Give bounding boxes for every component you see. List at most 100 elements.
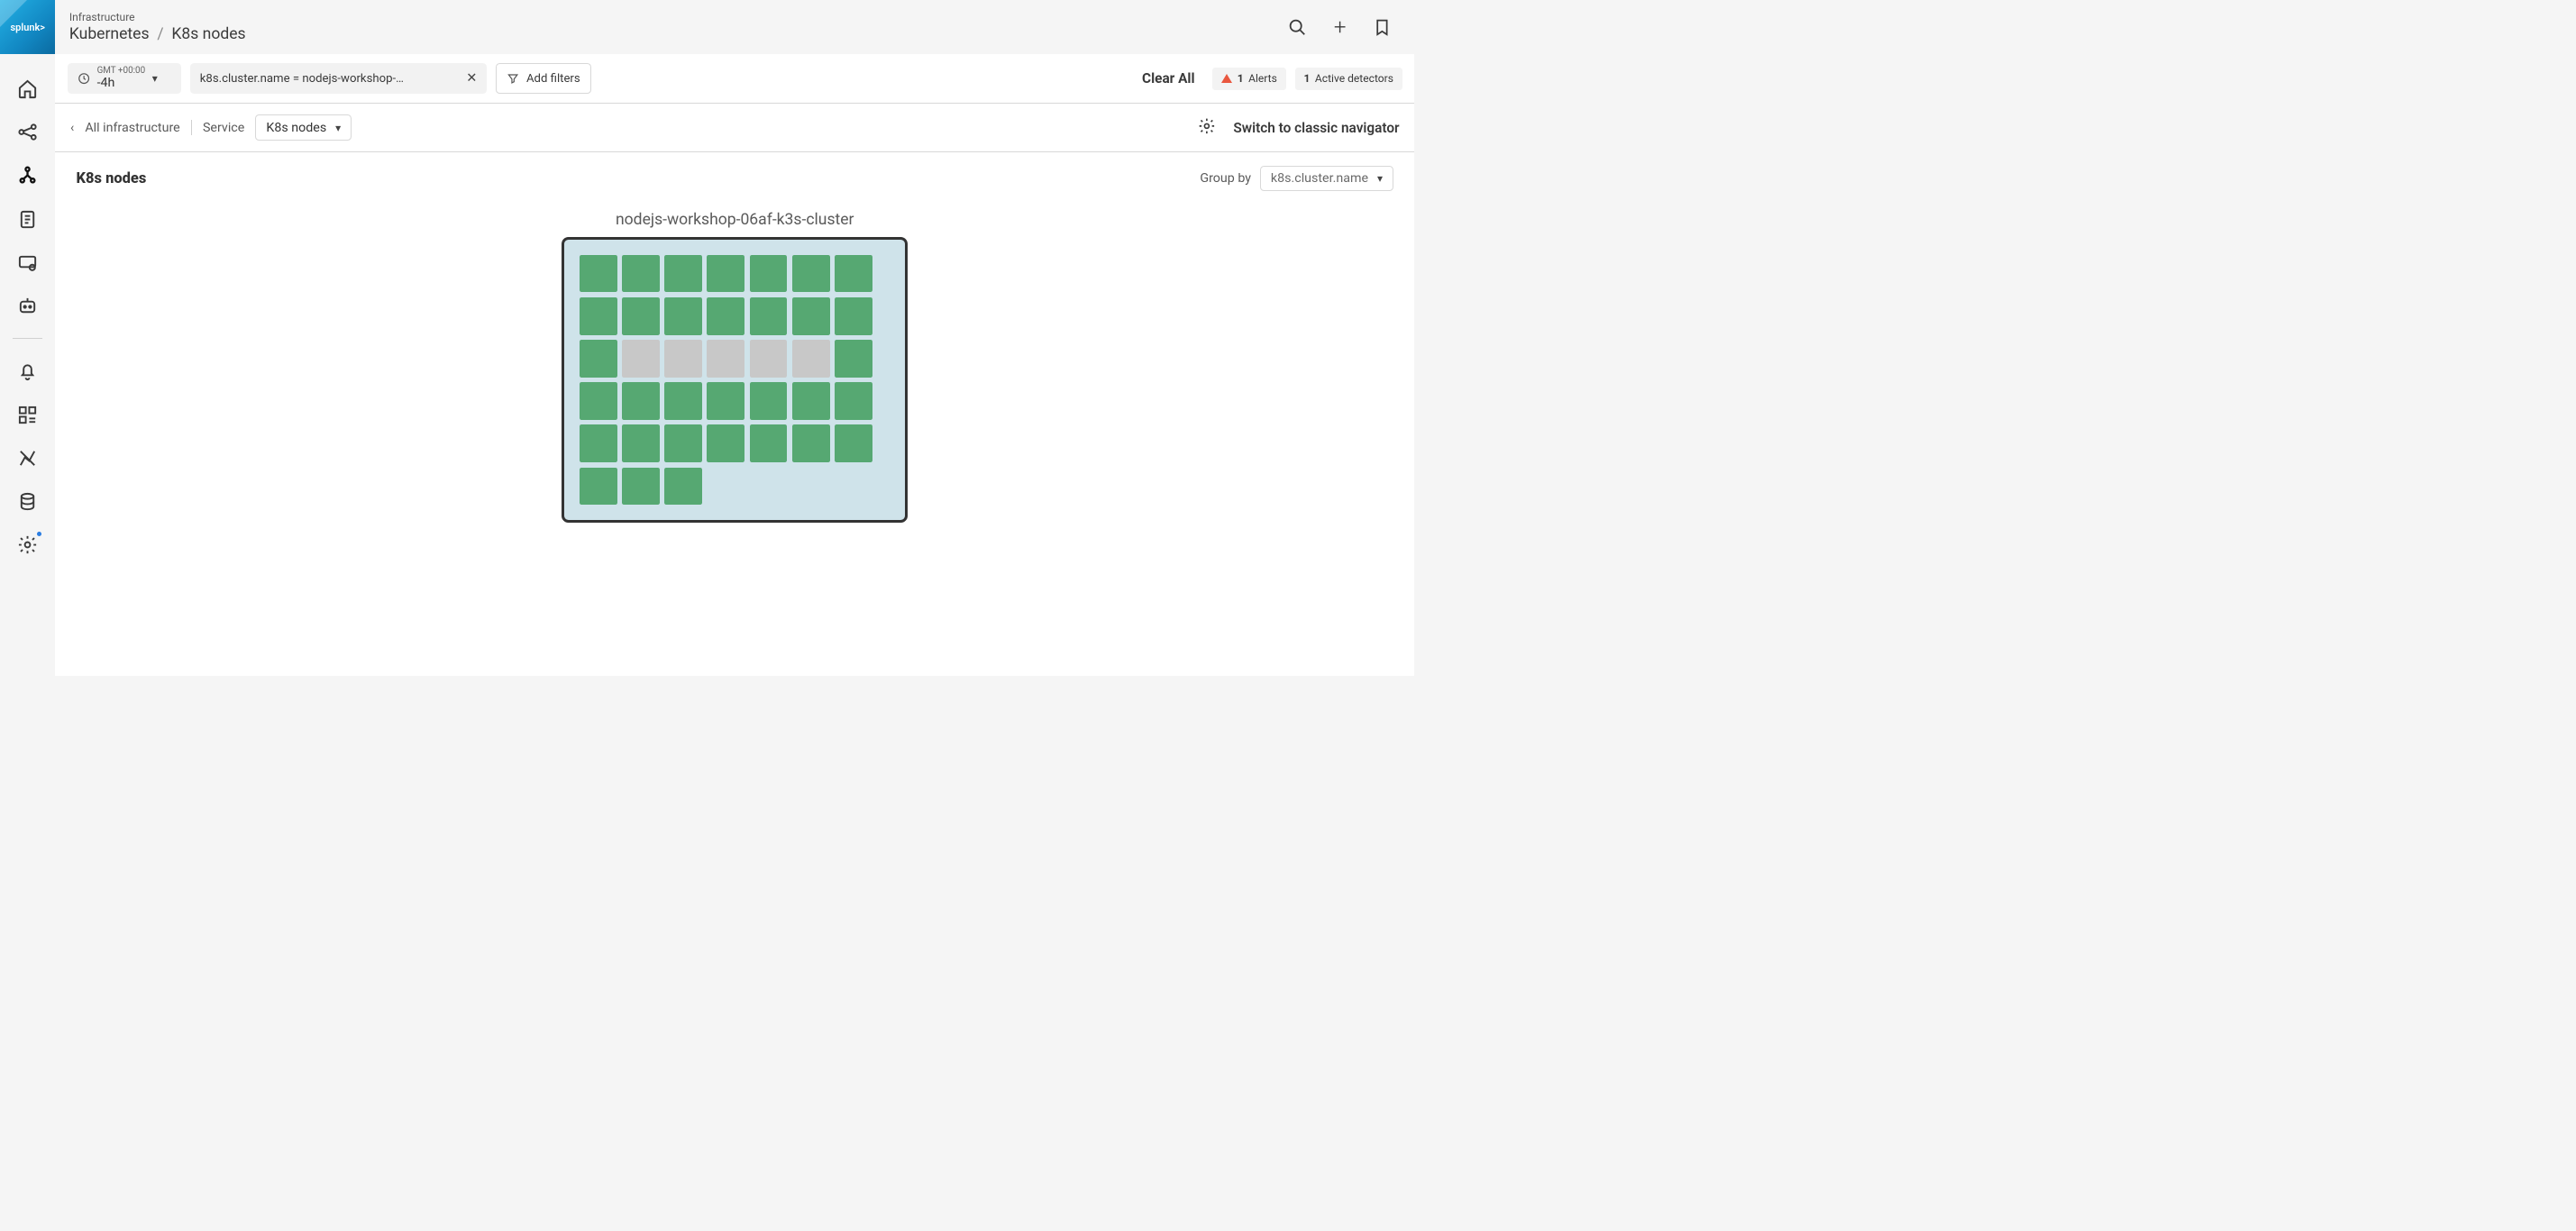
time-range-text: GMT +00:00 -4h (97, 67, 146, 91)
chevron-left-icon[interactable]: ‹ (70, 121, 74, 135)
dashboards-icon[interactable] (15, 402, 40, 426)
node-unknown[interactable] (707, 340, 744, 378)
node-healthy[interactable] (707, 297, 744, 335)
data-icon[interactable] (15, 489, 40, 514)
nav-separator (191, 120, 192, 136)
breadcrumb-kubernetes[interactable]: Kubernetes (69, 25, 150, 43)
content-header: K8s nodes Group by k8s.cluster.name ▾ (77, 166, 1393, 192)
add-icon[interactable]: + (1329, 16, 1351, 38)
synthetics-icon[interactable] (15, 294, 40, 318)
cluster-name-label: nodejs-workshop-06af-k3s-cluster (616, 211, 854, 229)
group-by-label: Group by (1200, 171, 1251, 186)
node-healthy[interactable] (664, 255, 702, 293)
node-healthy[interactable] (622, 424, 660, 462)
switch-classic-link[interactable]: Switch to classic navigator (1233, 120, 1399, 136)
alerts-label: Alerts (1248, 72, 1277, 85)
chevron-down-icon: ▾ (1377, 172, 1383, 185)
node-healthy[interactable] (792, 424, 830, 462)
node-healthy[interactable] (664, 424, 702, 462)
node-healthy[interactable] (664, 468, 702, 506)
node-healthy[interactable] (622, 255, 660, 293)
alert-triangle-icon (1221, 74, 1232, 83)
node-healthy[interactable] (792, 382, 830, 420)
node-healthy[interactable] (750, 255, 788, 293)
remove-filter-icon[interactable]: ✕ (466, 71, 477, 86)
header-actions: + (1286, 0, 1414, 54)
node-healthy[interactable] (792, 297, 830, 335)
node-healthy[interactable] (750, 297, 788, 335)
node-healthy[interactable] (622, 297, 660, 335)
search-icon[interactable] (1286, 16, 1308, 38)
cluster-visualization: nodejs-workshop-06af-k3s-cluster (77, 211, 1393, 522)
node-healthy[interactable] (835, 382, 872, 420)
filter-text: k8s.cluster.name = nodejs-workshop-… (200, 72, 404, 86)
bell-icon[interactable] (15, 359, 40, 383)
group-by-value: k8s.cluster.name (1271, 171, 1368, 186)
node-healthy[interactable] (835, 297, 872, 335)
page-title-area: Infrastructure Kubernetes / K8s nodes (55, 0, 1286, 54)
gear-icon[interactable] (1198, 117, 1216, 139)
breadcrumb: Kubernetes / K8s nodes (69, 25, 1287, 43)
node-healthy[interactable] (750, 424, 788, 462)
detectors-label: Active detectors (1315, 72, 1393, 85)
add-filters-label: Add filters (526, 72, 580, 86)
node-healthy[interactable] (580, 340, 617, 378)
infrastructure-icon[interactable] (15, 163, 40, 187)
log-icon[interactable] (15, 206, 40, 231)
detectors-count: 1 (1303, 72, 1310, 85)
active-filter-chip[interactable]: k8s.cluster.name = nodejs-workshop-… ✕ (190, 63, 487, 94)
sidebar-separator (13, 338, 42, 339)
sidebar-nav (0, 54, 55, 676)
node-unknown[interactable] (664, 340, 702, 378)
home-icon[interactable] (15, 77, 40, 101)
node-healthy[interactable] (622, 382, 660, 420)
node-healthy[interactable] (580, 424, 617, 462)
settings-icon[interactable] (15, 533, 40, 557)
rum-icon[interactable] (15, 251, 40, 275)
cluster-box (562, 237, 908, 523)
alerts-count: 1 (1238, 72, 1244, 85)
node-healthy[interactable] (580, 468, 617, 506)
clock-icon (78, 72, 90, 85)
node-healthy[interactable] (835, 340, 872, 378)
group-by-select[interactable]: k8s.cluster.name ▾ (1260, 166, 1393, 192)
network-icon[interactable] (15, 120, 40, 144)
alerts-pill[interactable]: 1 Alerts (1212, 68, 1285, 90)
add-filters-button[interactable]: Add filters (496, 63, 591, 94)
service-select-value: K8s nodes (266, 121, 326, 135)
content-area: K8s nodes Group by k8s.cluster.name ▾ no… (55, 152, 1414, 676)
node-unknown[interactable] (622, 340, 660, 378)
section-label: Infrastructure (69, 11, 1287, 23)
time-range-selector[interactable]: GMT +00:00 -4h ▾ (68, 63, 181, 94)
metrics-icon[interactable] (15, 446, 40, 470)
group-by-control: Group by k8s.cluster.name ▾ (1200, 166, 1393, 192)
filter-icon (507, 72, 519, 85)
node-healthy[interactable] (580, 382, 617, 420)
navigator-row: ‹ All infrastructure Service K8s nodes ▾… (55, 104, 1414, 152)
node-healthy[interactable] (580, 255, 617, 293)
splunk-logo[interactable]: splunk> (0, 0, 55, 54)
node-healthy[interactable] (835, 424, 872, 462)
node-healthy[interactable] (707, 424, 744, 462)
node-unknown[interactable] (792, 340, 830, 378)
node-healthy[interactable] (835, 255, 872, 293)
logo-text: splunk> (11, 22, 45, 33)
all-infrastructure-link[interactable]: All infrastructure (85, 121, 179, 135)
node-healthy[interactable] (664, 297, 702, 335)
node-healthy[interactable] (664, 382, 702, 420)
detectors-pill[interactable]: 1 Active detectors (1295, 68, 1402, 90)
bookmark-icon[interactable] (1372, 16, 1393, 38)
clear-all-button[interactable]: Clear All (1133, 70, 1203, 87)
node-healthy[interactable] (622, 468, 660, 506)
service-select[interactable]: K8s nodes ▾ (255, 114, 352, 141)
breadcrumb-k8s-nodes: K8s nodes (171, 25, 245, 43)
filter-bar: GMT +00:00 -4h ▾ k8s.cluster.name = node… (55, 54, 1414, 104)
main-panel: GMT +00:00 -4h ▾ k8s.cluster.name = node… (55, 54, 1414, 676)
node-healthy[interactable] (792, 255, 830, 293)
node-unknown[interactable] (750, 340, 788, 378)
node-healthy[interactable] (580, 297, 617, 335)
node-healthy[interactable] (707, 255, 744, 293)
node-healthy[interactable] (707, 382, 744, 420)
node-healthy[interactable] (750, 382, 788, 420)
chevron-down-icon: ▾ (335, 122, 341, 134)
